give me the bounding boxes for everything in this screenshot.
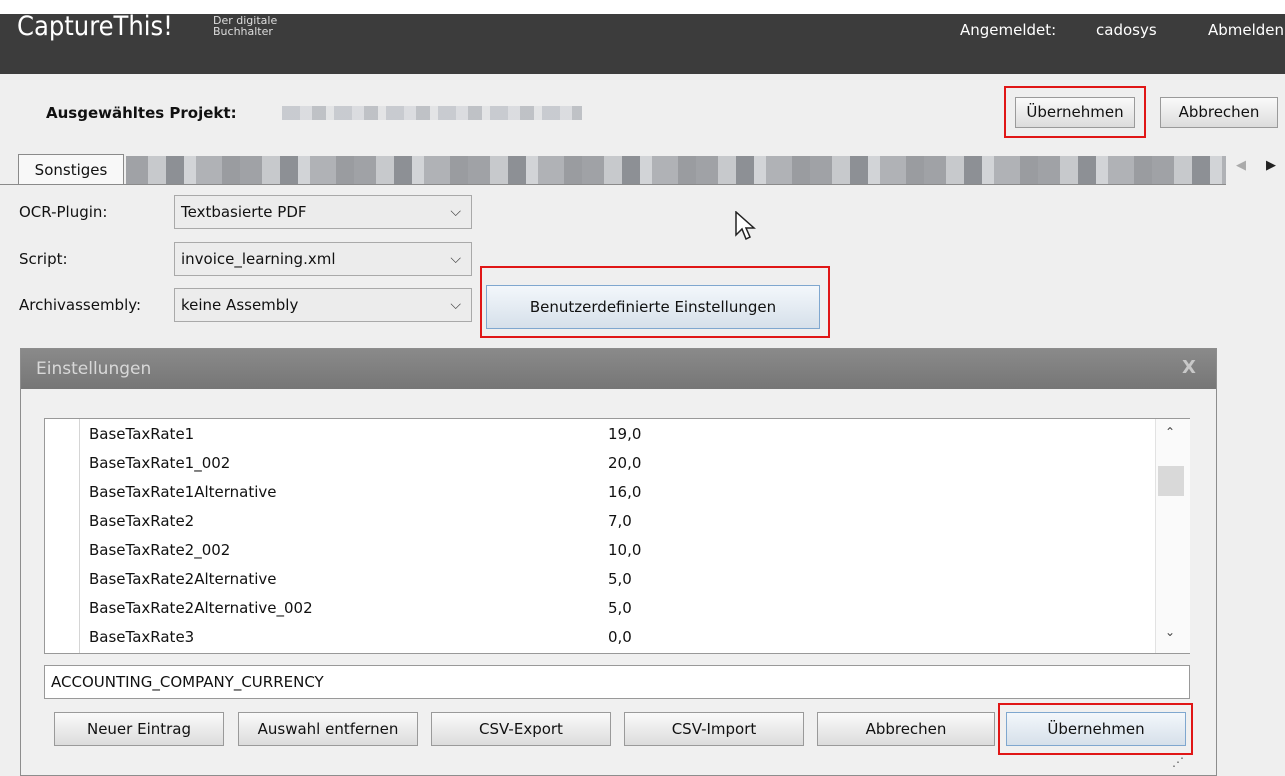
username: cadosys — [1096, 21, 1157, 39]
table-row[interactable]: BaseTaxRate1Alternative 16,0 — [45, 480, 1155, 503]
setting-value: 16,0 — [608, 483, 642, 501]
csv-import-button[interactable]: CSV-Import — [624, 712, 804, 746]
settings-table[interactable]: BaseTaxRate1 19,0 BaseTaxRate1_002 20,0 … — [44, 418, 1190, 654]
app-logo: CaptureThis! — [17, 11, 173, 42]
scrollbar-thumb[interactable] — [1158, 466, 1184, 496]
vertical-scrollbar[interactable] — [1155, 419, 1190, 653]
tab-scroll-right-icon[interactable]: ▶ — [1266, 158, 1276, 173]
setting-key: BaseTaxRate3 — [89, 628, 195, 646]
dialog-cancel-button[interactable]: Abbrechen — [817, 712, 995, 746]
setting-value: 20,0 — [608, 454, 642, 472]
tabs-redacted — [126, 156, 1226, 185]
chevron-down-icon: ⌵ — [450, 204, 461, 220]
archive-assembly-label: Archivassembly: — [19, 296, 142, 314]
resize-grip-icon[interactable]: ⋰ — [1172, 755, 1184, 769]
archive-assembly-value: keine Assembly — [181, 296, 299, 314]
tab-sonstiges[interactable]: Sonstiges — [18, 154, 124, 184]
chevron-down-icon: ⌵ — [450, 297, 461, 313]
top-bar — [0, 14, 1285, 74]
table-row[interactable]: BaseTaxRate2Alternative 5,0 — [45, 567, 1155, 590]
table-row[interactable]: BaseTaxRate3 0,0 — [45, 625, 1155, 648]
chevron-down-icon: ⌵ — [450, 251, 461, 267]
setting-key: BaseTaxRate2Alternative_002 — [89, 599, 313, 617]
setting-value: 7,0 — [608, 512, 632, 530]
table-row[interactable]: BaseTaxRate2_002 10,0 — [45, 538, 1155, 561]
selected-project-name-redacted — [282, 106, 582, 120]
setting-value: 10,0 — [608, 541, 642, 559]
ocr-plugin-value: Textbasierte PDF — [181, 203, 307, 221]
script-label: Script: — [19, 250, 68, 268]
selected-project-label: Ausgewähltes Projekt: — [46, 104, 237, 122]
close-icon[interactable]: X — [1182, 357, 1196, 378]
mouse-cursor-icon — [735, 210, 757, 247]
setting-value: 5,0 — [608, 599, 632, 617]
setting-value: 0,0 — [608, 628, 632, 646]
custom-settings-button[interactable]: Benutzerdefinierte Einstellungen — [486, 285, 820, 329]
script-value: invoice_learning.xml — [181, 250, 336, 268]
csv-export-button[interactable]: CSV-Export — [431, 712, 611, 746]
table-row[interactable]: BaseTaxRate1 19,0 — [45, 422, 1155, 445]
setting-value: 19,0 — [608, 425, 642, 443]
scroll-up-icon[interactable]: ⌃ — [1165, 425, 1175, 439]
archive-assembly-select[interactable]: keine Assembly ⌵ — [174, 288, 472, 322]
ocr-plugin-label: OCR-Plugin: — [19, 203, 108, 221]
tab-scroll-left-icon[interactable]: ◀ — [1236, 158, 1246, 173]
app-subtitle: Der digitale Buchhalter — [213, 14, 278, 38]
setting-key: BaseTaxRate2_002 — [89, 541, 231, 559]
table-row[interactable]: BaseTaxRate1_002 20,0 — [45, 451, 1155, 474]
project-apply-button[interactable]: Übernehmen — [1015, 97, 1135, 128]
logged-in-label: Angemeldet: — [960, 21, 1057, 39]
row-header-column — [45, 419, 80, 653]
tab-divider — [0, 184, 1226, 185]
new-entry-button[interactable]: Neuer Eintrag — [54, 712, 224, 746]
dialog-title: Einstellungen — [36, 359, 152, 379]
dialog-titlebar — [21, 349, 1216, 389]
dialog-apply-button[interactable]: Übernehmen — [1006, 712, 1186, 746]
table-row[interactable]: BaseTaxRate2Alternative_002 5,0 — [45, 596, 1155, 619]
scroll-down-icon[interactable]: ⌄ — [1165, 625, 1175, 639]
remove-selection-button[interactable]: Auswahl entfernen — [238, 712, 418, 746]
table-row[interactable]: BaseTaxRate2 7,0 — [45, 509, 1155, 532]
setting-key: BaseTaxRate2Alternative — [89, 570, 277, 588]
setting-key: BaseTaxRate1 — [89, 425, 195, 443]
project-cancel-button[interactable]: Abbrechen — [1160, 97, 1278, 128]
logout-link[interactable]: Abmelden — [1208, 21, 1284, 39]
setting-value: 5,0 — [608, 570, 632, 588]
setting-key: BaseTaxRate1Alternative — [89, 483, 277, 501]
ocr-plugin-select[interactable]: Textbasierte PDF ⌵ — [174, 195, 472, 229]
setting-key: BaseTaxRate1_002 — [89, 454, 231, 472]
key-input[interactable]: ACCOUNTING_COMPANY_CURRENCY — [44, 665, 1190, 699]
setting-key: BaseTaxRate2 — [89, 512, 195, 530]
script-select[interactable]: invoice_learning.xml ⌵ — [174, 242, 472, 276]
